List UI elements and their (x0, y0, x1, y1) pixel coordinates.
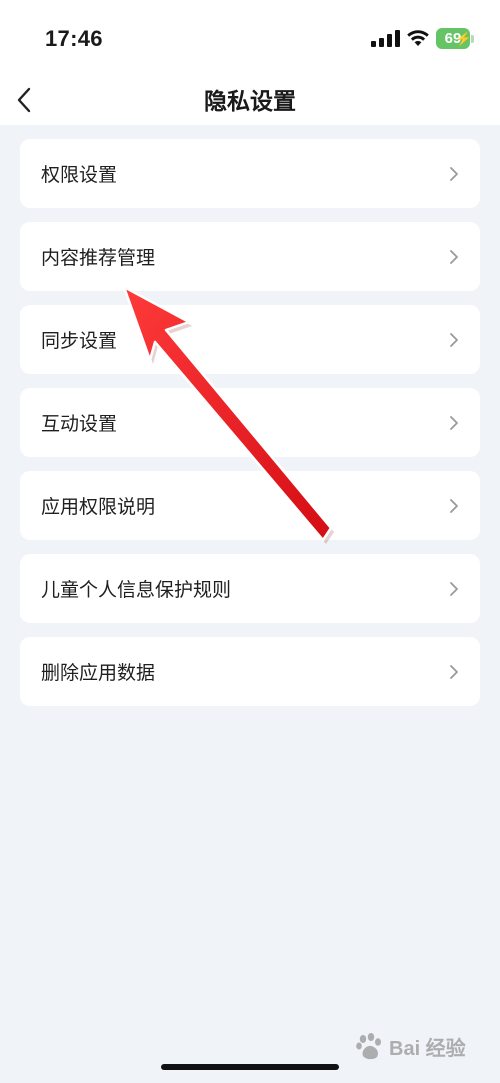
wifi-icon (407, 30, 429, 46)
menu-item-delete-app-data[interactable]: 删除应用数据 (20, 637, 480, 706)
menu-item-child-privacy-rules[interactable]: 儿童个人信息保护规则 (20, 554, 480, 623)
menu-item-label: 互动设置 (41, 413, 118, 435)
battery-body: 69 ⚡ (436, 28, 472, 49)
menu-item-app-permission-info[interactable]: 应用权限说明 (20, 471, 480, 540)
chevron-right-icon (450, 333, 458, 347)
menu-item-sync-settings[interactable]: 同步设置 (20, 305, 480, 374)
watermark-text: Bai 经验 (389, 1037, 466, 1060)
chevron-right-icon (450, 167, 458, 181)
menu-item-label: 同步设置 (41, 330, 118, 352)
chevron-right-icon (450, 416, 458, 430)
chevron-right-icon (450, 665, 458, 679)
menu-item-label: 内容推荐管理 (41, 247, 156, 269)
charging-bolt-icon: ⚡ (455, 31, 472, 46)
signal-icon (371, 30, 400, 47)
chevron-right-icon (450, 582, 458, 596)
menu-item-permission-settings[interactable]: 权限设置 (20, 139, 480, 208)
menu-item-interaction-settings[interactable]: 互动设置 (20, 388, 480, 457)
menu-item-label: 应用权限说明 (41, 496, 156, 518)
page-title: 隐私设置 (204, 89, 296, 115)
menu-item-content-recommendation[interactable]: 内容推荐管理 (20, 222, 480, 291)
settings-menu-list: 权限设置 内容推荐管理 同步设置 互动设置 应用权限说明 儿童个人信息保护规则 … (20, 139, 480, 720)
screen: 17:46 69 ⚡ 隐私设置 权限设置 内容推荐管理 同步设置 互动设置 应用… (0, 0, 500, 1083)
status-bar: 17:46 69 ⚡ (0, 0, 500, 80)
menu-item-label: 儿童个人信息保护规则 (41, 579, 232, 601)
menu-item-label: 删除应用数据 (41, 662, 156, 684)
menu-item-label: 权限设置 (41, 164, 118, 186)
chevron-right-icon (450, 499, 458, 513)
status-time: 17:46 (45, 26, 103, 51)
nav-bar: 隐私设置 (0, 80, 500, 125)
baidu-watermark: Bai 经验 (355, 1028, 485, 1064)
home-indicator[interactable] (161, 1064, 339, 1070)
battery-icon: 69 ⚡ (436, 28, 474, 49)
chevron-right-icon (450, 250, 458, 264)
paw-icon (356, 1033, 381, 1060)
